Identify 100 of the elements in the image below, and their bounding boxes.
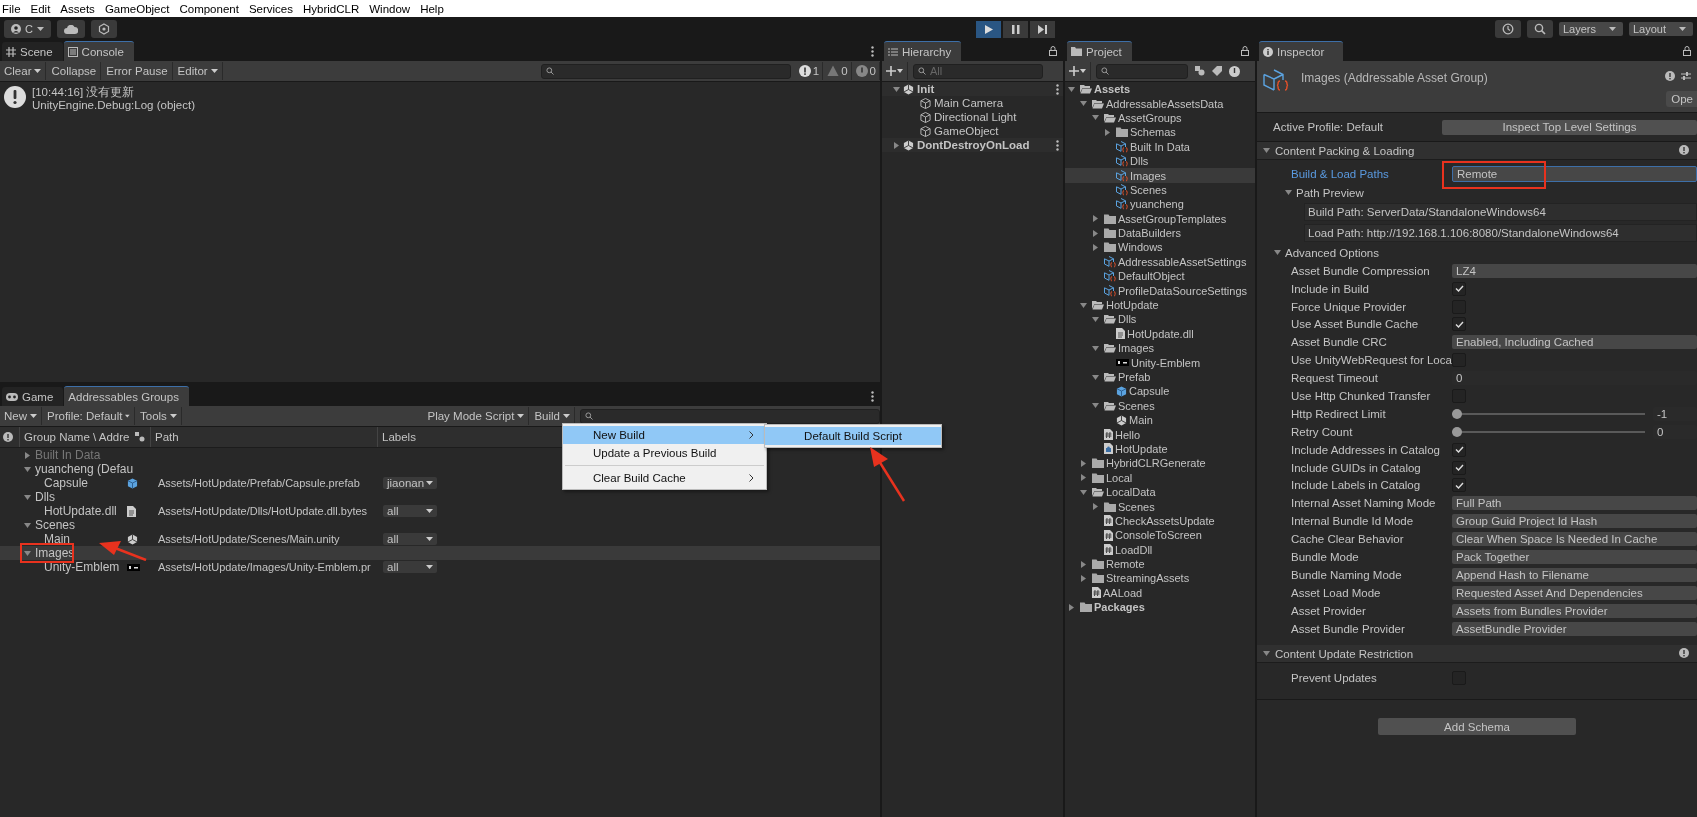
- column-header[interactable]: Group Name \ Addre: [19, 427, 130, 447]
- checkbox[interactable]: [1452, 442, 1466, 457]
- dropdown[interactable]: Append Hash to Filename: [1452, 567, 1697, 582]
- menu-item[interactable]: HybridCLR: [301, 2, 366, 15]
- group-row[interactable]: Scenes: [0, 518, 530, 532]
- log-count-toggle[interactable]: 0: [824, 62, 852, 80]
- expand-arrow-icon[interactable]: [1092, 373, 1099, 381]
- menu-item[interactable]: Default Build Script: [765, 427, 941, 445]
- project-item[interactable]: HotUpdate.dll: [1065, 326, 1255, 342]
- layout-dropdown[interactable]: Layout: [1629, 22, 1693, 36]
- hierarchy-item[interactable]: Main Camera: [882, 96, 1063, 110]
- expand-arrow-icon[interactable]: [1092, 114, 1099, 122]
- inspect-settings-button[interactable]: Inspect Top Level Settings: [1441, 119, 1697, 135]
- project-item[interactable]: Assets: [1065, 82, 1255, 97]
- menu-item[interactable]: Edit: [28, 2, 57, 15]
- expand-arrow-icon[interactable]: [1080, 474, 1087, 482]
- menu-item[interactable]: New Build: [563, 426, 766, 444]
- checkbox[interactable]: [1452, 281, 1466, 296]
- project-item[interactable]: AddressableAssetsData: [1065, 96, 1255, 111]
- dropdown[interactable]: Clear When Space Is Needed In Cache: [1452, 532, 1697, 547]
- panel-tab[interactable]: Addressables Groups: [64, 386, 189, 406]
- expand-arrow-icon[interactable]: [1068, 603, 1075, 611]
- expand-arrow-icon[interactable]: [1080, 560, 1087, 568]
- dropdown[interactable]: Group Guid Project Id Hash: [1452, 514, 1697, 529]
- project-item[interactable]: Built In Data: [1065, 139, 1255, 154]
- expand-arrow-icon[interactable]: [1080, 301, 1087, 309]
- dropdown[interactable]: Full Path: [1452, 496, 1697, 511]
- project-item[interactable]: StreamingAssets: [1065, 571, 1255, 586]
- dropdown[interactable]: Enabled, Including Cached: [1452, 335, 1697, 350]
- expand-arrow-icon[interactable]: [24, 521, 31, 529]
- step-button[interactable]: [1030, 20, 1056, 38]
- checkbox[interactable]: [1452, 478, 1466, 493]
- menu-item[interactable]: Component: [177, 2, 245, 15]
- settings-icon[interactable]: [1681, 71, 1691, 81]
- lock-icon[interactable]: [1683, 46, 1691, 56]
- help-icon[interactable]: [1679, 145, 1689, 155]
- project-item[interactable]: AssetGroups: [1065, 110, 1255, 126]
- add-schema-button[interactable]: Add Schema: [1378, 718, 1576, 736]
- account-button[interactable]: C: [4, 20, 51, 38]
- pause-button[interactable]: [1003, 20, 1029, 38]
- dropdown[interactable]: Assets from Bundles Provider: [1452, 603, 1697, 618]
- project-item[interactable]: Dlls: [1065, 312, 1255, 327]
- expand-arrow-icon[interactable]: [24, 465, 31, 473]
- menu-item[interactable]: Clear Build Cache: [563, 469, 766, 487]
- project-item[interactable]: Windows: [1065, 240, 1255, 255]
- help-icon[interactable]: [3, 432, 13, 442]
- project-item[interactable]: Scenes: [1065, 398, 1255, 413]
- checkbox[interactable]: [1452, 460, 1466, 475]
- tag-icon[interactable]: [1212, 66, 1222, 76]
- panel-tab[interactable]: Console: [63, 41, 134, 61]
- panel-tab[interactable]: Game: [2, 387, 64, 406]
- expand-arrow-icon[interactable]: [1092, 402, 1099, 410]
- expand-arrow-icon[interactable]: [1092, 229, 1099, 237]
- play-button[interactable]: [976, 20, 1002, 38]
- expand-arrow-icon[interactable]: [1263, 650, 1270, 658]
- column-header[interactable]: Labels: [377, 427, 442, 447]
- open-button[interactable]: Ope: [1666, 91, 1697, 107]
- dropdown[interactable]: Requested Asset And Dependencies: [1452, 585, 1697, 600]
- group-row[interactable]: yuancheng (Defau: [0, 462, 530, 476]
- expand-arrow-icon[interactable]: [1068, 85, 1075, 93]
- project-item[interactable]: Local: [1065, 470, 1255, 485]
- project-item[interactable]: ProfileDataSourceSettings: [1065, 283, 1255, 298]
- foldout-label[interactable]: Path Preview: [1296, 186, 1364, 199]
- expand-arrow-icon[interactable]: [1092, 344, 1099, 352]
- expand-arrow-icon[interactable]: [1104, 128, 1111, 136]
- project-item[interactable]: LocalData: [1065, 484, 1255, 500]
- expand-arrow-icon[interactable]: [1080, 459, 1087, 467]
- hierarchy-item[interactable]: DontDestroyOnLoad: [882, 138, 1063, 152]
- panel-tab[interactable]: Hierarchy: [884, 41, 962, 61]
- project-item[interactable]: yuancheng: [1065, 197, 1255, 212]
- project-item[interactable]: Main: [1065, 413, 1255, 428]
- labels-dropdown[interactable]: jiaonan: [383, 477, 437, 489]
- project-item[interactable]: Prefab: [1065, 369, 1255, 385]
- paths-dropdown[interactable]: Remote: [1452, 166, 1697, 182]
- dropdown[interactable]: LZ4: [1452, 263, 1697, 278]
- more-icon[interactable]: [871, 46, 874, 57]
- history-button[interactable]: [1495, 20, 1521, 38]
- labels-dropdown[interactable]: all: [383, 505, 437, 517]
- project-item[interactable]: Remote: [1065, 556, 1255, 572]
- expand-arrow-icon[interactable]: [1080, 574, 1087, 582]
- project-item[interactable]: Scenes: [1065, 499, 1255, 514]
- search-field[interactable]: [580, 408, 880, 424]
- filter-type-icon[interactable]: [1195, 66, 1205, 76]
- project-item[interactable]: Dlls: [1065, 153, 1255, 169]
- search-field[interactable]: [1096, 63, 1188, 79]
- more-icon[interactable]: [1056, 84, 1059, 95]
- project-item[interactable]: Capsule: [1065, 384, 1255, 399]
- project-item[interactable]: Images: [1065, 341, 1255, 356]
- expand-arrow-icon[interactable]: [1092, 215, 1099, 223]
- hexagon-button[interactable]: [90, 20, 117, 38]
- expand-arrow-icon[interactable]: [1080, 488, 1087, 496]
- hierarchy-item[interactable]: GameObject: [882, 124, 1063, 138]
- help-icon[interactable]: [1679, 648, 1689, 659]
- expand-arrow-icon[interactable]: [1092, 315, 1099, 323]
- project-item[interactable]: AALoad: [1065, 585, 1255, 601]
- search-button[interactable]: [1527, 20, 1553, 38]
- checkbox[interactable]: [1452, 317, 1466, 332]
- foldout-label[interactable]: Advanced Options: [1285, 246, 1379, 259]
- expand-arrow-icon[interactable]: [893, 85, 900, 93]
- group-row[interactable]: Dlls: [0, 490, 530, 504]
